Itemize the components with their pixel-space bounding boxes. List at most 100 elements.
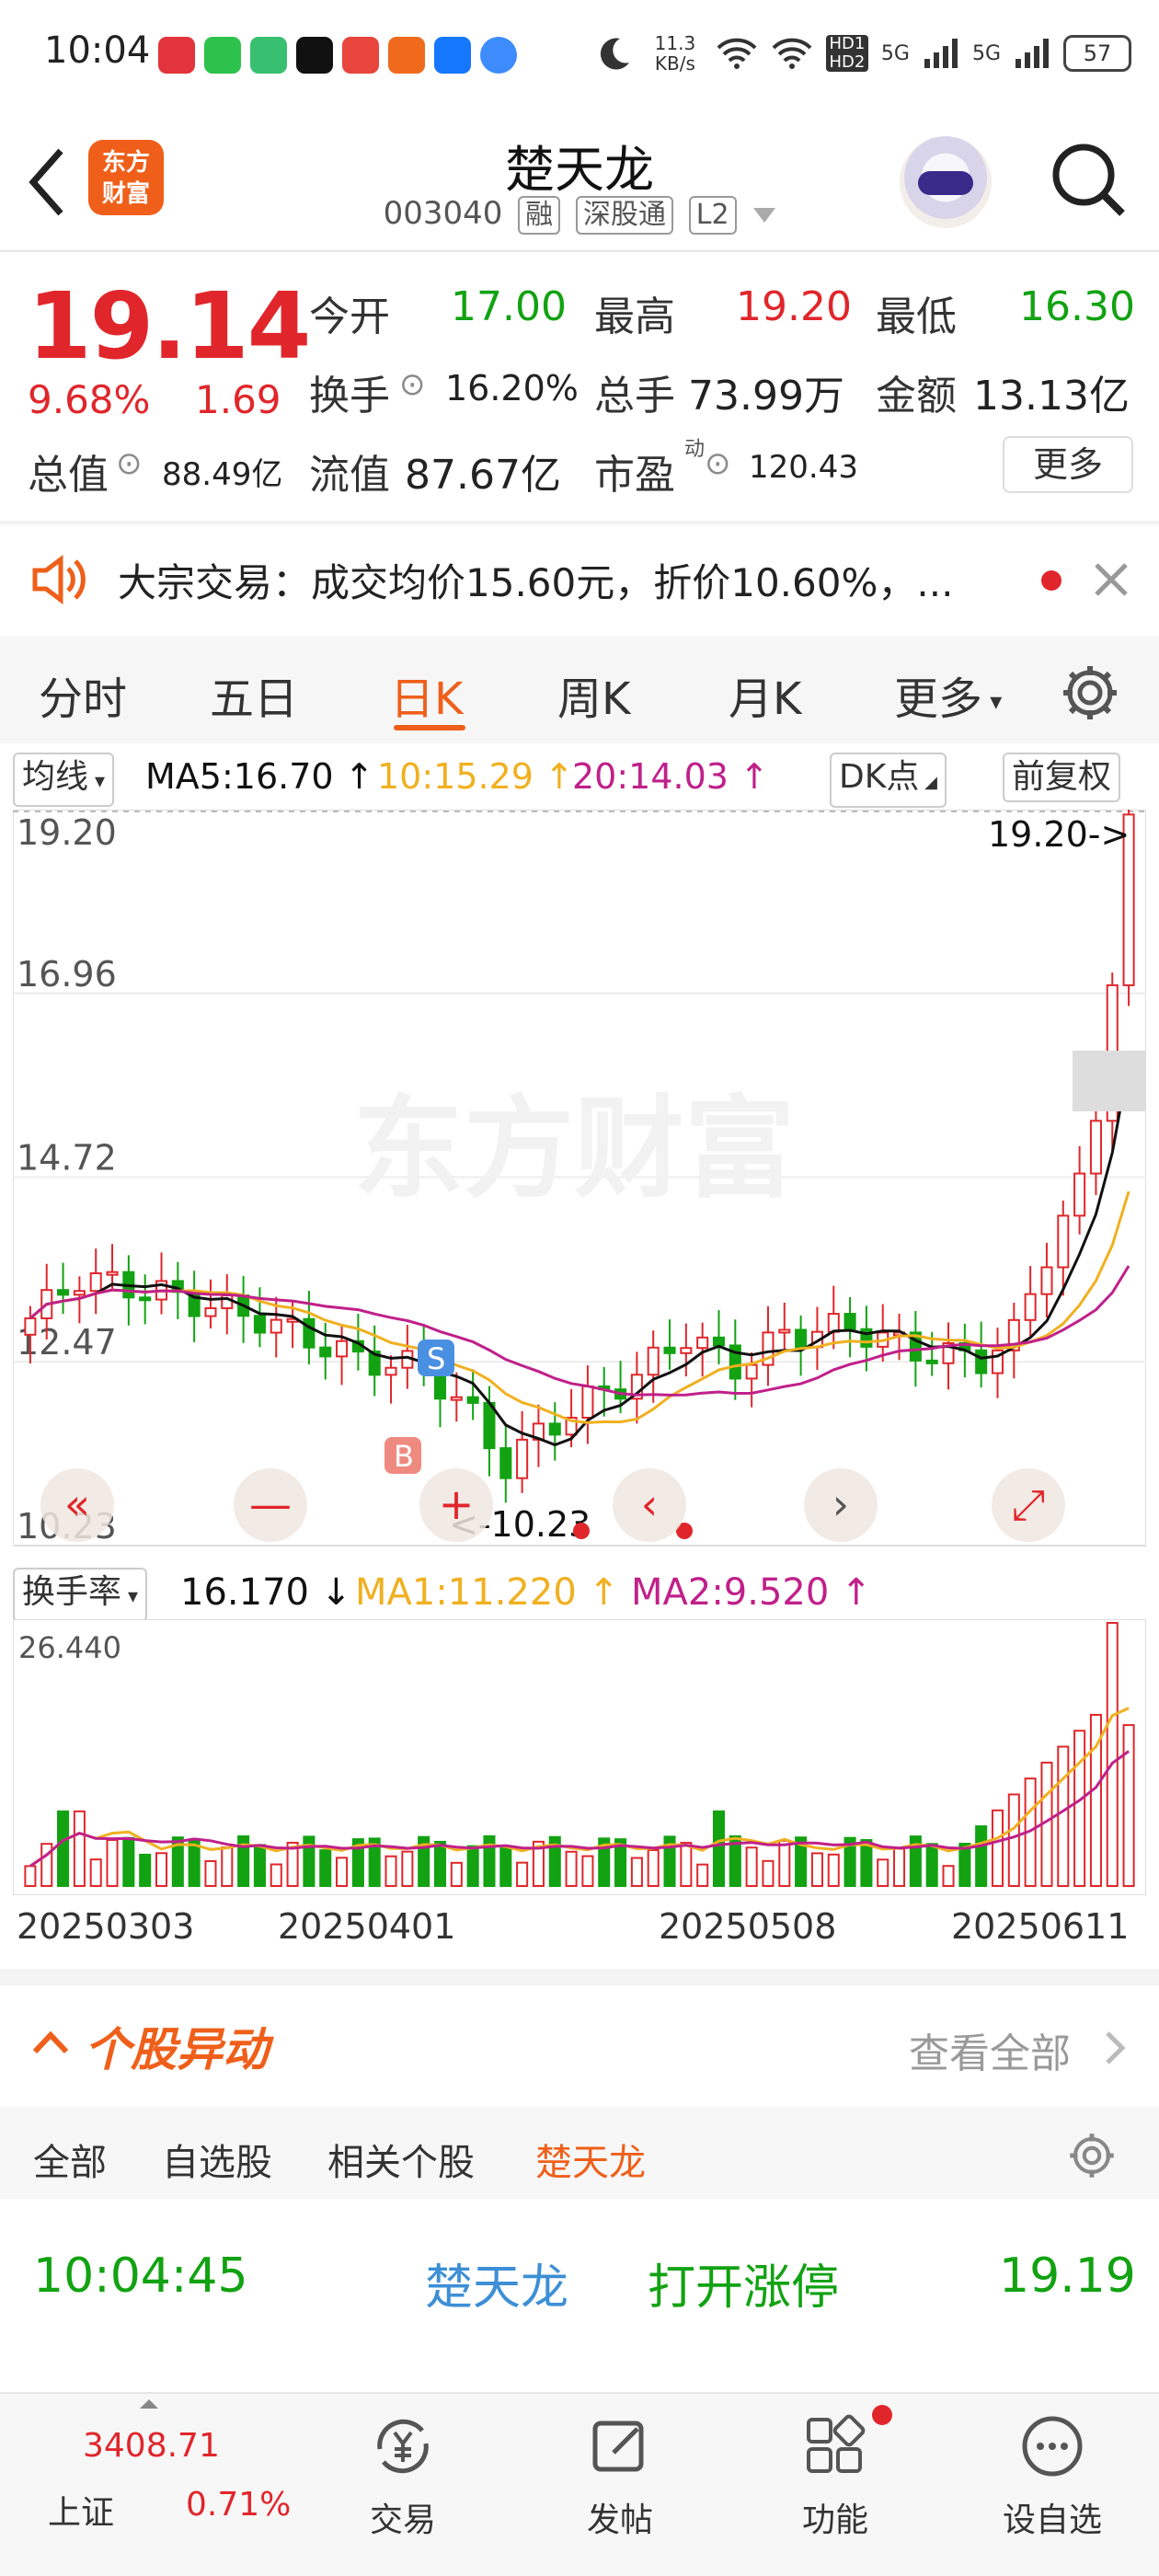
tab-monthly-k[interactable]: 月K: [729, 662, 801, 727]
step-left-icon[interactable]: ‹: [613, 1468, 686, 1542]
search-icon[interactable]: [1049, 140, 1128, 219]
candle-body: [139, 1296, 152, 1302]
turnover-chart[interactable]: 26.440: [13, 1619, 1146, 1895]
clock: 10:04: [44, 29, 151, 72]
tab-more[interactable]: 更多 ▾: [894, 662, 1002, 727]
turnover-bar: [188, 1839, 201, 1887]
alipay-icon: [434, 37, 471, 74]
rewind-icon[interactable]: «: [40, 1468, 114, 1542]
notice-text: 大宗交易：成交均价15.60元，折价10.60%，...: [118, 560, 954, 605]
candle-body: [1040, 1266, 1053, 1295]
nav-add-watch[interactable]: 设自选: [979, 2412, 1126, 2541]
info-icon[interactable]: ⊙: [116, 445, 143, 482]
abnormal-tabs: 全部 自选股 相关个股 楚天龙: [0, 2107, 1159, 2199]
ting-icon: [342, 37, 379, 74]
turnover-bar: [1122, 1724, 1135, 1887]
price-scroll-thumb: [1073, 1051, 1146, 1111]
turnover-bar: [680, 1842, 693, 1888]
turnover-bar: [516, 1861, 529, 1887]
caret-up-icon: [140, 2399, 158, 2409]
ma-legend: 均线 ▾ MA5:16.70 ↑ 10:15.29 ↑ 20:14.03 ↑ D…: [0, 747, 1159, 808]
zoom-in-icon[interactable]: +: [419, 1468, 493, 1542]
dropdown-icon[interactable]: [753, 207, 776, 223]
event-type: 打开涨停: [648, 2260, 840, 2316]
vol-y-tick: 26.440: [18, 1630, 121, 1665]
turnover-bar: [762, 1859, 775, 1887]
index-percent[interactable]: 0.71%: [186, 2486, 291, 2524]
turnover-bar: [89, 1858, 102, 1887]
candle-body: [1089, 1120, 1102, 1175]
tab-all[interactable]: 全部: [33, 2133, 107, 2186]
settings-icon[interactable]: [1067, 2131, 1117, 2180]
fullscreen-icon[interactable]: ⤢: [992, 1468, 1065, 1542]
tab-weekly-k[interactable]: 周K: [557, 662, 630, 727]
abnormal-header: 个股异动 查看全部: [0, 1996, 1159, 2098]
nav-post[interactable]: 发帖: [546, 2412, 694, 2541]
turnover-bar: [73, 1810, 86, 1888]
more-button[interactable]: 更多: [1003, 436, 1133, 493]
info-icon[interactable]: ⊙: [705, 445, 731, 482]
index-name[interactable]: 上证: [48, 2486, 114, 2534]
pe-value: 120.43: [749, 449, 858, 486]
app-icon: [388, 37, 425, 74]
dk-dot: [573, 1523, 590, 1539]
gear-icon[interactable]: [1060, 662, 1120, 723]
badge-dot: [872, 2405, 892, 2425]
turnover-ma2: MA2:9.520 ↑: [631, 1571, 872, 1614]
low-label: 最低: [876, 293, 957, 340]
net-speed: 11.3 KB/s: [654, 32, 696, 75]
ma-selector[interactable]: 均线 ▾: [13, 753, 115, 807]
nav-trade[interactable]: 交易: [329, 2412, 476, 2541]
watermark: 东方财富: [353, 1086, 795, 1213]
nav-functions[interactable]: 功能: [762, 2412, 909, 2541]
event-price: 19.19: [999, 2248, 1136, 2304]
low-value: 16.30: [1019, 283, 1135, 330]
battery-icon: 57: [1063, 35, 1131, 72]
abnormal-row[interactable]: 10:04:45 楚天龙 打开涨停 19.19: [0, 2208, 1159, 2346]
turnover-legend: 换手率 ▾ 16.170 ↓ MA1:11.220 ↑ MA2:9.520 ↑: [0, 1564, 1159, 1622]
tab-this-stock[interactable]: 楚天龙: [535, 2133, 646, 2186]
turnover-bar: [466, 1845, 479, 1887]
candle-body: [450, 1396, 463, 1401]
turnover-bar: [253, 1844, 266, 1888]
chevron-up-icon[interactable]: [29, 2022, 72, 2064]
candle-body: [336, 1340, 349, 1358]
notice-bar[interactable]: 大宗交易：成交均价15.60元，折价10.60%，...: [0, 524, 1159, 633]
tab-five-day[interactable]: 五日: [210, 662, 298, 727]
robot-avatar-icon[interactable]: [900, 136, 992, 228]
sgt-tag: 深股通: [575, 196, 673, 235]
turnover-bar: [975, 1825, 988, 1888]
y-tick-label: 14.72: [17, 1138, 117, 1179]
signal-icon: [1016, 39, 1049, 68]
tab-watchlist[interactable]: 自选股: [162, 2133, 272, 2186]
index-value[interactable]: 3408.71: [83, 2427, 220, 2465]
tab-related[interactable]: 相关个股: [327, 2133, 475, 2186]
zoom-out-icon[interactable]: —: [234, 1468, 307, 1542]
turnover-bar: [401, 1850, 414, 1887]
info-icon[interactable]: ⊙: [399, 366, 426, 403]
high-value: 19.20: [736, 283, 852, 330]
indicator-selector[interactable]: 换手率 ▾: [13, 1568, 148, 1622]
candle-body: [516, 1438, 529, 1479]
candlestick-chart[interactable]: 19.2016.9614.7212.4710.23东方财富19.20-><-10…: [13, 810, 1146, 1555]
buy-mark: B: [394, 1439, 414, 1474]
step-right-icon[interactable]: ›: [804, 1468, 878, 1542]
tab-daily-k[interactable]: 日K: [390, 662, 463, 727]
turnover-bar: [893, 1847, 906, 1887]
chevron-right-icon[interactable]: [1100, 2030, 1128, 2066]
bottom-nav: 3408.71 上证 0.71% 交易 发帖 功能 设自选: [0, 2392, 1159, 2576]
dk-point-button[interactable]: DK点 ◢: [830, 753, 947, 808]
candle-body: [73, 1290, 86, 1296]
tab-timeshare[interactable]: 分时: [39, 662, 127, 727]
adjust-button[interactable]: 前复权: [1003, 753, 1121, 802]
turnover-bar: [1073, 1730, 1086, 1887]
candle-body: [663, 1346, 676, 1354]
stock-code: 003040: [383, 195, 503, 232]
view-all-link[interactable]: 查看全部: [909, 2020, 1071, 2079]
event-stock-name[interactable]: 楚天龙: [425, 2248, 568, 2317]
turnover-bar: [565, 1850, 578, 1888]
candle-body: [57, 1289, 70, 1296]
close-icon[interactable]: [1093, 561, 1130, 598]
turnover-bar: [499, 1845, 512, 1887]
turnover-bar: [155, 1852, 168, 1888]
